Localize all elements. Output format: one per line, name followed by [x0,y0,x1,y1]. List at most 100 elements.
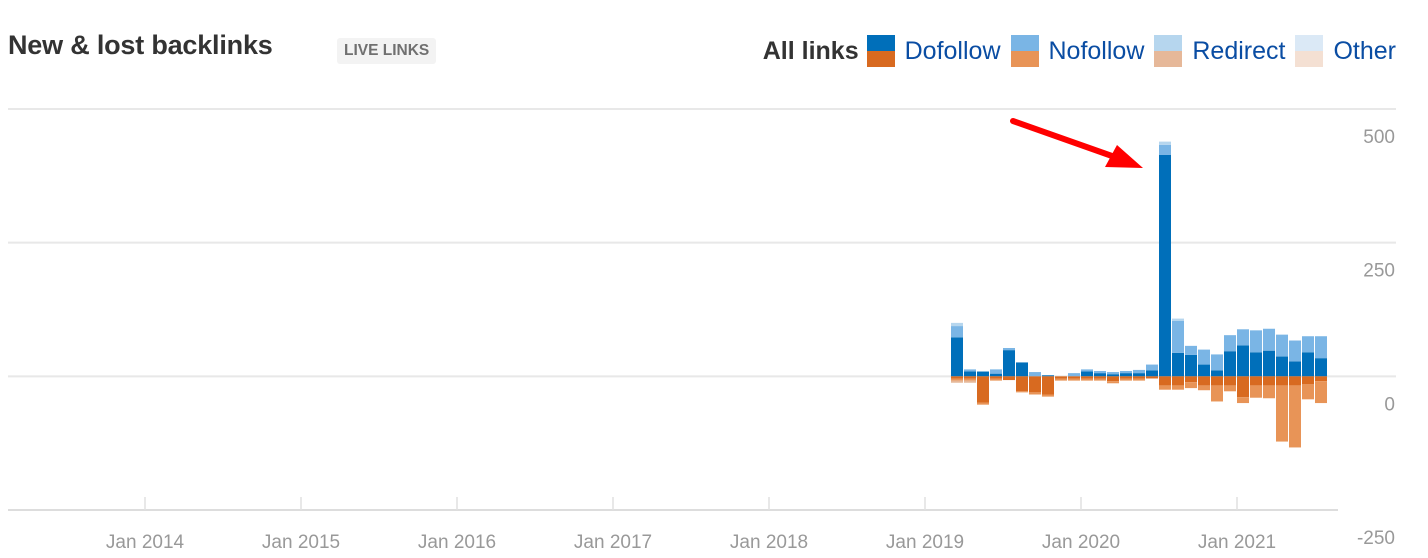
bar-segment [1289,361,1301,377]
bar-segment [1237,345,1249,377]
bar-group [1016,362,1028,393]
x-tick-label: Jan 2020 [1042,532,1120,553]
bar-segment [977,371,989,377]
bar-group [1172,318,1184,390]
bar-segment [964,378,976,381]
bar-segment [1211,385,1223,402]
x-tick-label: Jan 2018 [730,532,808,553]
bar-segment [990,376,1002,379]
backlinks-chart: Jan 2014 Jan 2015 Jan 2016 Jan 2017 Jan 2018… [8,108,1396,553]
bar-group [1276,334,1288,442]
bar-segment [990,373,1002,377]
bar-group [951,322,963,383]
bar-segment [1159,385,1171,390]
bar-segment [1224,335,1236,352]
bar-group [1211,354,1223,402]
bar-segment [1003,376,1015,381]
bar-segment [1159,154,1171,377]
bar-group [1250,330,1262,398]
x-tick-label: Jan 2016 [418,532,496,553]
bar-segment [1016,376,1028,392]
bar-segment [1289,376,1301,386]
bar-segment [1315,381,1327,404]
bar-segment [1081,376,1093,379]
bar-segment [1029,376,1041,393]
bars [951,141,1327,448]
bar-group [1042,375,1054,397]
bar-segment [951,378,963,381]
bar-segment [951,376,963,379]
bar-segment [1185,376,1197,383]
bar-segment [1107,374,1119,377]
bar-group [1133,369,1145,381]
bar-segment [1042,376,1054,395]
bar-group [990,369,1002,381]
x-tick-label: Jan 2017 [574,532,652,553]
bar-segment [1315,336,1327,359]
bar-segment [1315,376,1327,382]
bar-segment [964,376,976,379]
bar-segment [990,378,1002,381]
bar-segment [951,380,963,383]
bar-group [1094,370,1106,381]
bar-segment [1081,369,1093,372]
bar-segment [1003,350,1015,377]
bar-group [964,369,976,383]
bar-segment [1211,376,1223,386]
bar-segment [1276,356,1288,377]
annotation-arrow [1010,118,1143,168]
bar-segment [1211,354,1223,371]
bar-segment [1250,385,1262,398]
bar-segment [951,337,963,377]
bar-segment [951,322,963,327]
bar-segment [1016,391,1028,393]
bar-segment [1120,378,1132,381]
bar-segment [1198,349,1210,365]
y-tick-label: -250 [1357,528,1395,549]
bar-segment [1302,352,1314,377]
bar-segment [1068,373,1080,377]
bar-segment [1224,376,1236,386]
bar-group [1146,364,1158,379]
bar-segment [1068,378,1080,381]
bar-segment [1029,372,1041,377]
bar-segment [1081,378,1093,381]
bar-segment [1055,378,1067,381]
bar-group [977,371,989,405]
bar-segment [1094,373,1106,377]
bar-group [1185,345,1197,389]
bar-segment [1120,370,1132,374]
bar-group [1068,373,1080,381]
bar-segment [1198,376,1210,386]
x-tick-label: Jan 2014 [106,532,185,553]
bar-group [1224,335,1236,392]
bar-group [1107,372,1119,384]
bar-group [1198,349,1210,391]
bar-segment [964,371,976,377]
bar-group [1263,328,1275,399]
bar-segment [1172,352,1184,377]
bar-segment [1302,376,1314,385]
bar-segment [1068,376,1080,379]
bar-segment [1159,144,1171,155]
bar-segment [1250,376,1262,386]
bar-segment [1120,373,1132,377]
bar-group [1081,369,1093,381]
bar-segment [1133,369,1145,374]
bar-segment [1107,372,1119,375]
bar-segment [977,402,989,405]
bar-segment [1094,370,1106,374]
bar-segment [1198,385,1210,391]
bar-segment [1159,376,1171,386]
bar-segment [1276,385,1288,442]
bar-segment [964,380,976,383]
bar-segment [1211,370,1223,377]
bar-segment [951,326,963,338]
bar-group [1237,329,1249,404]
bar-segment [1107,381,1119,384]
bar-segment [1146,364,1158,371]
bar-segment [977,376,989,403]
bar-segment [1042,394,1054,397]
bar-segment [1315,358,1327,377]
bar-segment [1185,382,1197,389]
